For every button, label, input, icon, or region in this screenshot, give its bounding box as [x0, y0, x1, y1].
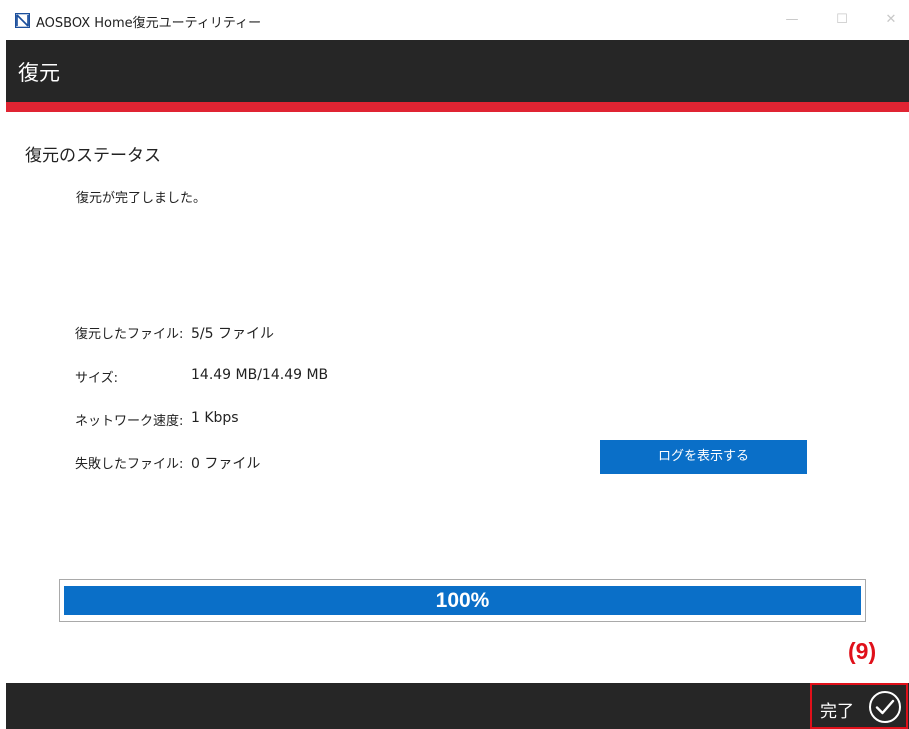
- done-button[interactable]: 完了: [810, 683, 908, 729]
- progress-bar: 100%: [59, 579, 866, 622]
- title-bar: AOSBOX Home復元ユーティリティー — ☐ ✕: [6, 0, 909, 40]
- network-speed-value: 1 Kbps: [191, 410, 239, 426]
- progress-label: 100%: [435, 589, 490, 612]
- window-title: AOSBOX Home復元ユーティリティー: [36, 16, 262, 31]
- minimize-button[interactable]: —: [780, 8, 804, 32]
- header-accent-bar: [6, 102, 909, 112]
- failed-files-label: 失敗したファイル:: [75, 457, 184, 472]
- status-message: 復元が完了しました。: [76, 191, 207, 206]
- checkmark-circle-icon: [869, 691, 901, 723]
- app-logo-icon: [15, 13, 30, 28]
- restored-files-label: 復元したファイル:: [75, 327, 184, 342]
- done-button-label: 完了: [820, 702, 854, 722]
- size-value: 14.49 MB/14.49 MB: [191, 367, 329, 383]
- step-annotation: (9): [848, 638, 877, 664]
- section-title: 復元のステータス: [25, 146, 161, 166]
- page-title: 復元: [18, 61, 60, 85]
- page-header: 復元: [6, 40, 909, 102]
- maximize-button[interactable]: ☐: [830, 8, 854, 32]
- network-speed-label: ネットワーク速度:: [75, 414, 184, 429]
- footer-bar: [6, 683, 909, 729]
- close-button[interactable]: ✕: [879, 8, 903, 32]
- size-label: サイズ:: [75, 371, 118, 386]
- view-log-button[interactable]: ログを表示する: [600, 440, 807, 474]
- restore-utility-window: AOSBOX Home復元ユーティリティー — ☐ ✕ 復元 復元のステータス …: [6, 0, 909, 729]
- restored-files-value: 5/5 ファイル: [191, 326, 274, 342]
- failed-files-value: 0 ファイル: [191, 456, 261, 472]
